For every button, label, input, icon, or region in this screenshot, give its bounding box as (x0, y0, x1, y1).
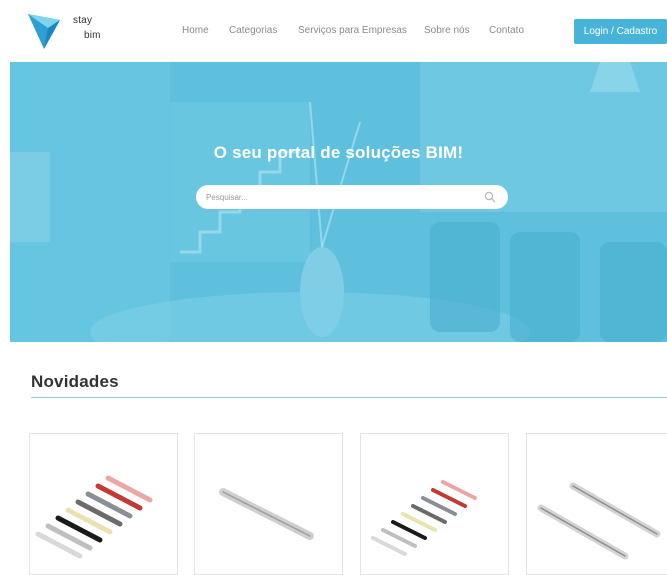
search-input[interactable] (206, 185, 476, 209)
site-header: stay bim Home Categorias Serviços para E… (0, 0, 667, 62)
nav-servicos[interactable]: Serviços para Empresas (298, 25, 407, 36)
product-card[interactable] (526, 433, 667, 575)
logo-text-stay: stay (73, 15, 93, 26)
nav-contato[interactable]: Contato (489, 25, 524, 36)
logo-mark-icon (28, 14, 60, 49)
product-card[interactable] (360, 433, 509, 575)
product-card[interactable] (194, 433, 343, 575)
search-icon[interactable] (484, 191, 496, 203)
hero-title: O seu portal de soluções BIM! (213, 143, 464, 162)
nav-sobre[interactable]: Sobre nós (424, 25, 470, 36)
section-divider (31, 397, 667, 398)
single-profile-icon (219, 488, 314, 540)
nav-home[interactable]: Home (182, 25, 209, 36)
multi-color-profiles-icon (371, 480, 477, 556)
search-bar (196, 185, 508, 209)
nav-categorias[interactable]: Categorias (229, 25, 277, 36)
product-card[interactable] (29, 433, 178, 575)
double-profile-icon (537, 482, 661, 560)
login-button[interactable]: Login / Cadastro (574, 19, 667, 44)
hero-banner: O seu portal de soluções BIM! (10, 62, 667, 342)
logo-text-bim: bim (84, 30, 101, 41)
section-title: Novidades (31, 372, 119, 391)
site-logo[interactable]: stay bim (26, 12, 126, 52)
multi-color-profiles-icon (35, 475, 153, 559)
